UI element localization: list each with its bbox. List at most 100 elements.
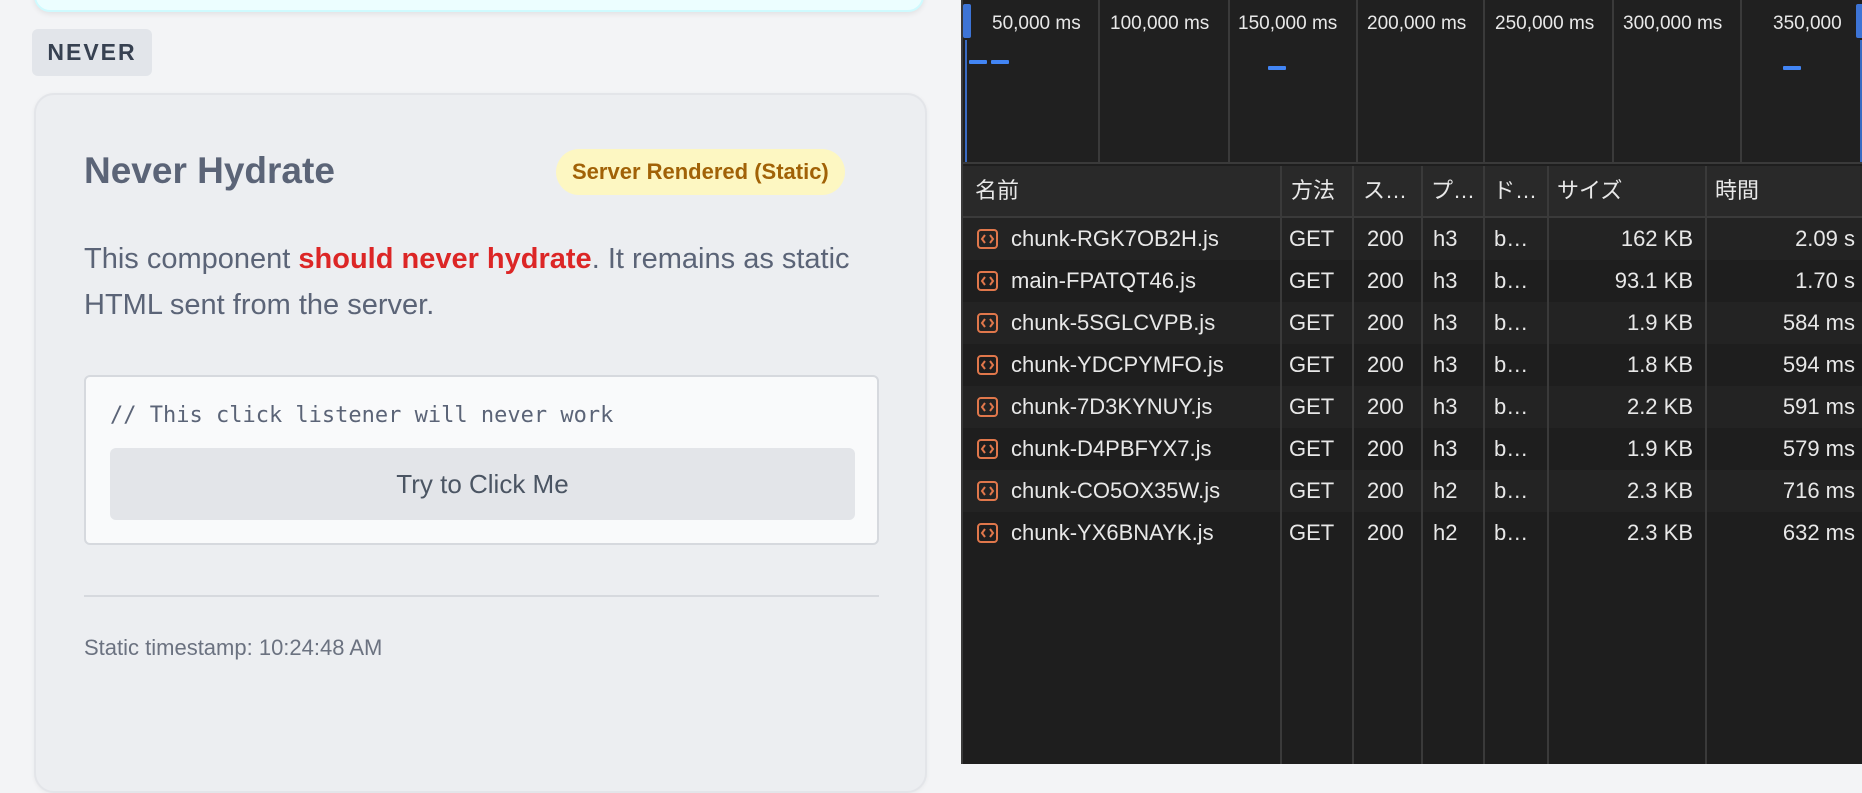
script-file-icon [977,439,998,459]
cell-protocol: h3 [1433,352,1458,377]
overview-request-bar [1783,66,1801,70]
devtools-network-panel: 50,000 ms 100,000 ms 150,000 ms 200,000 … [961,0,1862,764]
column-separator[interactable] [1705,166,1707,764]
overview-tick-label: 300,000 ms [1623,13,1723,34]
column-separator[interactable] [1280,166,1282,764]
cell-time: 716 ms [1782,478,1855,503]
cell-protocol: h2 [1433,478,1458,503]
cell-protocol: h3 [1433,310,1458,335]
cell-method: GET [1289,226,1335,251]
cell-status: 200 [1367,352,1404,377]
table-row[interactable]: chunk-D4PBFYX7.js GET 200 h3 b… 1.9 KB 579 ms [963,428,1862,470]
column-header-domain[interactable]: ド… [1493,166,1543,216]
overview-request-bar [969,60,987,64]
cell-protocol: h3 [1433,394,1458,419]
cell-domain: b… [1494,352,1529,377]
cell-method: GET [1289,478,1335,503]
overview-tick-label: 350,000 [1773,13,1842,34]
cell-method: GET [1289,268,1335,293]
cell-name: chunk-CO5OX35W.js [1011,478,1221,503]
cell-status: 200 [1367,520,1404,545]
overview-left-edge [965,40,967,162]
cell-time: 594 ms [1782,352,1855,377]
overview-divider [1228,0,1230,162]
column-separator[interactable] [1483,166,1485,764]
table-row[interactable]: main-FPATQT46.js GET 200 h3 b… 93.1 KB 1.70 s [963,260,1862,302]
previous-card [34,0,924,12]
cell-method: GET [1289,520,1335,545]
overview-tick-label: 100,000 ms [1110,13,1210,34]
cell-size: 2.3 KB [1626,520,1693,545]
cell-name: chunk-5SGLCVPB.js [1011,310,1216,335]
cell-domain: b… [1494,226,1529,251]
table-row[interactable]: chunk-CO5OX35W.js GET 200 h2 b… 2.3 KB 716 ms [963,470,1862,512]
code-box: // This click listener will never work T… [84,375,879,545]
cell-time: 1.70 s [1795,268,1855,293]
overview-left-handle[interactable] [963,4,971,38]
overview-tick-label: 250,000 ms [1495,13,1595,34]
cell-name: chunk-YX6BNAYK.js [1011,520,1214,545]
cell-time: 579 ms [1782,436,1855,461]
script-file-icon [977,313,998,333]
script-file-icon [977,229,998,249]
cell-domain: b… [1494,478,1529,503]
table-row[interactable]: chunk-YX6BNAYK.js GET 200 h2 b… 2.3 KB 632 ms [963,512,1862,554]
cell-method: GET [1289,310,1335,335]
script-file-icon [977,397,998,417]
cell-size: 2.2 KB [1626,394,1693,419]
cell-size: 1.9 KB [1626,436,1693,461]
column-header-method[interactable]: 方法 [1291,166,1346,216]
column-header-name[interactable]: 名前 [975,166,1220,216]
table-header: 名前 方法 ス… プ… ド… サイズ 時間 [963,166,1862,218]
status-badge: Server Rendered (Static) [556,149,845,195]
cell-protocol: h2 [1433,520,1458,545]
overview-request-bar [991,60,1009,64]
cell-domain: b… [1494,436,1529,461]
cell-status: 200 [1367,394,1404,419]
cell-domain: b… [1494,520,1529,545]
column-header-protocol[interactable]: プ… [1431,166,1481,216]
overview-divider [1740,0,1742,162]
column-header-time[interactable]: 時間 [1715,166,1855,216]
overview-divider [1612,0,1614,162]
column-header-size[interactable]: サイズ [1557,166,1697,216]
cell-size: 162 KB [1620,226,1693,251]
overview-tick-label: 150,000 ms [1238,13,1338,34]
cell-status: 200 [1367,268,1404,293]
request-table: 名前 方法 ス… プ… ド… サイズ 時間 chunk-RGK7OB2H.js G… [963,166,1862,764]
cell-status: 200 [1367,310,1404,335]
column-separator[interactable] [1352,166,1354,764]
cell-name: chunk-7D3KYNUY.js [1011,394,1213,419]
table-row[interactable]: chunk-YDCPYMFO.js GET 200 h3 b… 1.8 KB 594 ms [963,344,1862,386]
cell-time: 2.09 s [1795,226,1855,251]
overview-right-handle[interactable] [1856,4,1862,38]
card-title: Never Hydrate [84,150,335,191]
cell-method: GET [1289,352,1335,377]
cell-status: 200 [1367,436,1404,461]
cell-protocol: h3 [1433,226,1458,251]
cell-size: 93.1 KB [1614,268,1693,293]
cell-status: 200 [1367,478,1404,503]
cell-protocol: h3 [1433,436,1458,461]
column-separator[interactable] [1547,166,1549,764]
try-to-click-button[interactable]: Try to Click Me [110,448,855,520]
page-panel: NEVER Never Hydrate Server Rendered (Sta… [0,0,961,793]
overview-divider [1098,0,1100,162]
overview-tick-label: 50,000 ms [992,13,1081,34]
table-row[interactable]: chunk-7D3KYNUY.js GET 200 h3 b… 2.2 KB 591 ms [963,386,1862,428]
column-separator[interactable] [1421,166,1423,764]
overview-tick-label: 200,000 ms [1367,13,1467,34]
script-file-icon [977,355,998,375]
static-timestamp: Static timestamp: 10:24:48 AM [84,635,383,660]
description-text: This component [84,243,299,275]
table-row[interactable]: chunk-RGK7OB2H.js GET 200 h3 b… 162 KB 2.09 s [963,218,1862,260]
column-header-status[interactable]: ス… [1363,166,1418,216]
cell-size: 1.8 KB [1626,352,1693,377]
cell-size: 1.9 KB [1626,310,1693,335]
script-file-icon [977,481,998,501]
cell-time: 584 ms [1782,310,1855,335]
network-overview[interactable]: 50,000 ms 100,000 ms 150,000 ms 200,000 … [963,0,1862,164]
cell-size: 2.3 KB [1626,478,1693,503]
script-file-icon [977,523,998,543]
table-row[interactable]: chunk-5SGLCVPB.js GET 200 h3 b… 1.9 KB 584 ms [963,302,1862,344]
